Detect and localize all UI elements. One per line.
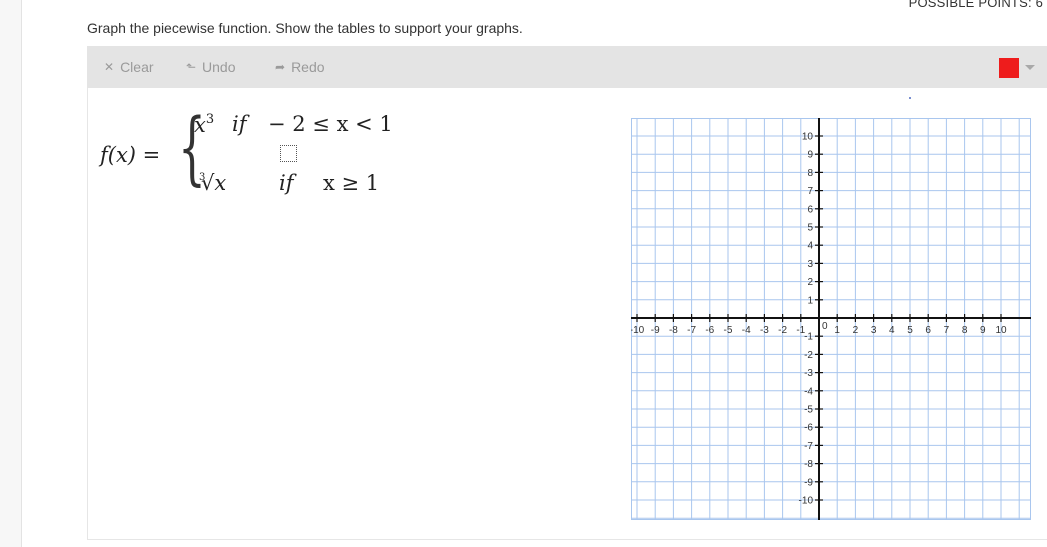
clear-label: Clear <box>120 59 154 75</box>
piece-2-condition: x ≥ 1 <box>323 171 380 195</box>
x-tick-label: 3 <box>871 325 877 336</box>
piece-2-if: if <box>279 171 294 195</box>
undo-label: Undo <box>202 59 236 75</box>
redo-button[interactable]: ➦ Redo <box>275 59 325 75</box>
undo-button[interactable]: ⬑ Undo <box>186 59 236 75</box>
drawing-toolbar: ✕ Clear ⬑ Undo ➦ Redo <box>87 46 1047 88</box>
y-tick-label: -1 <box>804 332 813 343</box>
y-tick-label: 5 <box>807 223 813 234</box>
piece-1-condition: − 2 ≤ x < 1 <box>268 112 393 136</box>
coordinate-grid-svg[interactable]: -10 -9 -8 -7 -6 -5 -4 -3 -2 -1 1 2 3 4 5 6 7 8 9 10 0 10 9 8 7 6 5… <box>630 118 1031 520</box>
left-rail <box>0 0 22 547</box>
clear-button[interactable]: ✕ Clear <box>104 59 154 75</box>
x-icon: ✕ <box>104 60 115 74</box>
piece-1-exponent: 3 <box>205 112 215 127</box>
y-tick-label: -3 <box>804 368 813 379</box>
y-tick-label: -9 <box>804 477 813 488</box>
function-lhs: f(x) = <box>100 143 161 167</box>
y-tick-label: 9 <box>807 150 813 161</box>
y-tick-label: 10 <box>802 132 814 143</box>
y-tick-label: 4 <box>807 241 813 252</box>
x-tick-label: -5 <box>724 325 733 336</box>
y-tick-label: 8 <box>807 168 813 179</box>
y-tick-label: 7 <box>807 186 813 197</box>
y-tick-label: 6 <box>807 204 813 215</box>
possible-points: POSSIBLE POINTS: 6 <box>908 0 1043 10</box>
chevron-down-icon[interactable] <box>1025 65 1035 70</box>
radical-index: 3 <box>199 172 206 183</box>
piece-2: 3 √x if x ≥ 1 <box>199 171 379 195</box>
y-tick-label: 3 <box>807 259 813 270</box>
x-tick-label: 8 <box>962 325 968 336</box>
x-tick-label: 9 <box>980 325 986 336</box>
x-tick-label: 5 <box>907 325 913 336</box>
redo-label: Redo <box>291 59 325 75</box>
undo-arrow-icon: ⬑ <box>186 60 197 74</box>
coordinate-grid[interactable]: -10 -9 -8 -7 -6 -5 -4 -3 -2 -1 1 2 3 4 5 6 7 8 9 10 0 10 9 8 7 6 5… <box>630 118 1031 520</box>
y-tick-label: -4 <box>804 386 813 397</box>
x-tick-label: 1 <box>834 325 840 336</box>
y-tick-label: -8 <box>804 459 813 470</box>
y-tick-label: -2 <box>804 350 813 361</box>
x-tick-label: -9 <box>651 325 660 336</box>
empty-math-placeholder[interactable] <box>280 145 297 162</box>
x-tick-label: -10 <box>631 325 645 336</box>
x-tick-label: -4 <box>742 325 751 336</box>
y-tick-label: -10 <box>799 496 814 507</box>
color-picker-swatch[interactable] <box>999 58 1019 78</box>
x-tick-label: 6 <box>925 325 931 336</box>
y-tick-label: -6 <box>804 423 813 434</box>
piece-1-base: x <box>194 113 206 137</box>
x-tick-label: 10 <box>995 325 1007 336</box>
y-tick-label: -7 <box>804 441 813 452</box>
y-tick-label: 1 <box>807 295 813 306</box>
redo-arrow-icon: ➦ <box>275 60 286 74</box>
x-tick-label: -7 <box>687 325 696 336</box>
piece-1: x3 if − 2 ≤ x < 1 <box>194 112 393 137</box>
piece-1-if: if <box>232 112 247 136</box>
x-tick-label: -2 <box>778 325 787 336</box>
origin-label: 0 <box>822 321 828 332</box>
x-tick-label: 7 <box>944 325 950 336</box>
x-tick-label: 2 <box>853 325 859 336</box>
piece-2-radical: 3 √x <box>199 171 226 195</box>
x-tick-label: -3 <box>760 325 769 336</box>
x-tick-label: -6 <box>705 325 714 336</box>
y-tick-label: 2 <box>807 277 813 288</box>
x-tick-label: -8 <box>669 325 678 336</box>
x-tick-label: 4 <box>889 325 895 336</box>
y-tick-label: -5 <box>804 405 813 416</box>
canvas-dot <box>909 97 911 99</box>
question-prompt: Graph the piecewise function. Show the t… <box>87 20 523 36</box>
